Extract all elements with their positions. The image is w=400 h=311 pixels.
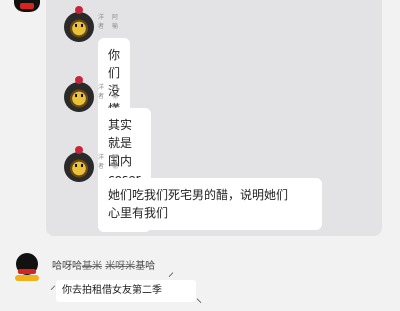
message-meta: 洋者 阿榆 — [98, 12, 119, 30]
sender-name: 阿榆 — [112, 154, 119, 170]
sender-name: 阿榆 — [112, 84, 119, 100]
sender-avatar[interactable] — [64, 76, 94, 112]
message-bubble: 她们吃我们死宅男的醋，说明她们 心里有我们 — [98, 178, 322, 230]
flower-petal-icon — [75, 146, 83, 154]
sparkle-icon: ⸌ — [196, 296, 203, 310]
flower-face-icon — [72, 162, 86, 172]
flower-face-icon — [72, 92, 86, 102]
message-text-line: 心里有我们 — [108, 206, 169, 220]
sender-title: 洋者 — [98, 84, 105, 100]
flower-petal-icon — [75, 76, 83, 84]
reply-sender-name: 哈呀哈基米 米呀米基哈 — [52, 261, 156, 272]
sender-avatar[interactable] — [64, 6, 94, 42]
reply-text: 你去拍租借女友第二季 — [62, 285, 162, 296]
sender-name: 阿榆 — [112, 14, 119, 30]
sender-title: 洋者 — [98, 14, 105, 30]
message-text-line: 她们吃我们死宅男的醋，说明她们 — [108, 188, 289, 202]
reply-user-avatar[interactable] — [12, 253, 42, 281]
sender-title: 洋者 — [98, 154, 105, 170]
reply-bubble: 你去拍租借女友第二季 — [56, 280, 196, 302]
message-meta: 洋者 阿榆 — [98, 82, 119, 100]
message-meta: 洋者 阿榆 — [98, 152, 119, 170]
flower-face-icon — [72, 22, 86, 32]
top-user-avatar[interactable] — [14, 0, 40, 12]
flower-petal-icon — [75, 6, 83, 14]
sender-avatar[interactable] — [64, 146, 94, 182]
